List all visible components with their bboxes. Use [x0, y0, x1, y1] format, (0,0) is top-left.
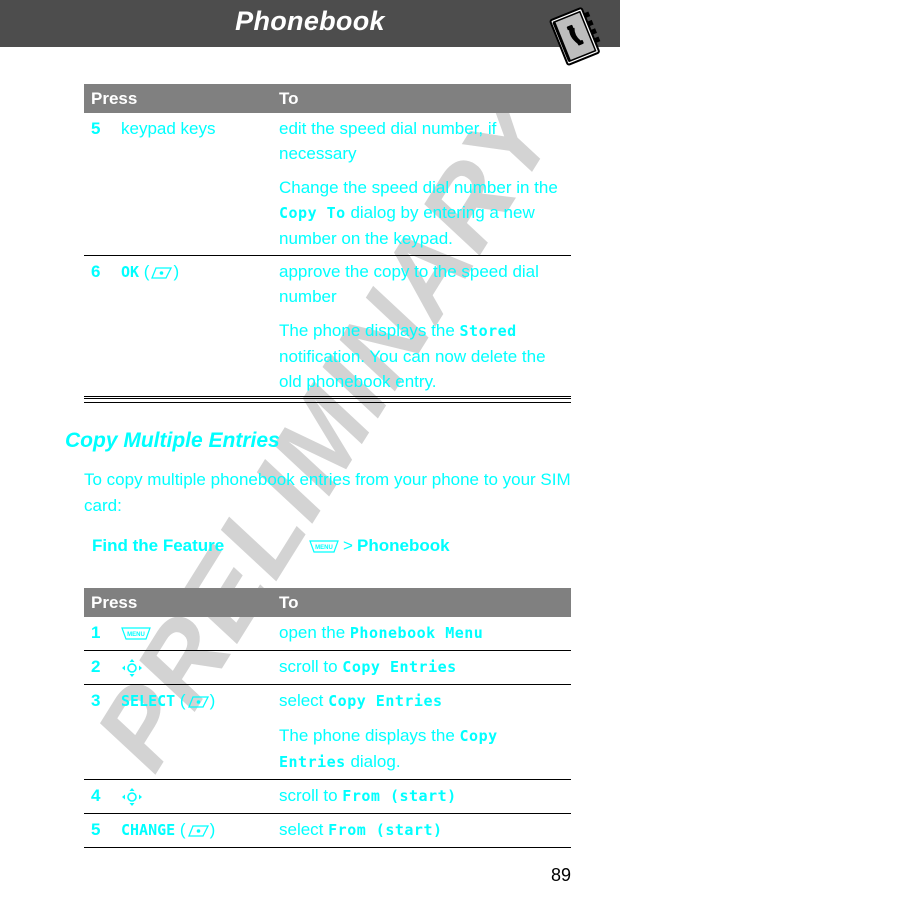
step-press	[121, 779, 279, 814]
step-press: MENU	[121, 617, 279, 651]
step-action: open the	[279, 623, 350, 642]
nav-key-icon	[122, 787, 142, 806]
display-term: From (start)	[328, 821, 443, 839]
step-note: Change the speed dial number in the Copy…	[279, 175, 571, 251]
step-press: SELECT ()	[121, 684, 279, 780]
step-action: select	[279, 820, 329, 839]
page-content: Press To 5 keypad keys edit the speed di…	[0, 0, 901, 901]
table-row: 6 OK () approve the copy to the speed di…	[84, 255, 571, 399]
step-to: scroll to From (start)	[279, 779, 571, 814]
step-press: OK ()	[121, 255, 279, 399]
display-term: Phonebook Menu	[349, 624, 484, 642]
display-term: From (start)	[342, 787, 457, 805]
svg-text:MENU: MENU	[315, 545, 333, 551]
menu-key-icon: MENU	[121, 627, 151, 640]
section-intro: To copy multiple phonebook entries from …	[84, 470, 571, 515]
ok-key-label: OK	[121, 263, 140, 281]
table-header-row: Press To	[84, 588, 571, 617]
change-key-label: CHANGE	[121, 821, 176, 839]
step-action: scroll to	[279, 657, 343, 676]
table-end-rule	[84, 396, 571, 403]
step-note: The phone displays the Stored notificati…	[279, 318, 571, 394]
step-number: 2	[84, 650, 121, 685]
menu-key-icon: MENU	[309, 540, 339, 553]
step-to: select Copy Entries The phone displays t…	[279, 684, 571, 780]
step-number: 6	[84, 255, 121, 399]
column-header-press: Press	[84, 84, 279, 113]
step-to: open the Phonebook Menu	[279, 617, 571, 651]
display-term: Copy Entries	[328, 692, 443, 710]
page-number: 89	[551, 865, 572, 885]
column-header-to: To	[279, 84, 571, 113]
table-row: 5 keypad keys edit the speed dial number…	[84, 113, 571, 256]
column-header-to: To	[279, 588, 571, 617]
step-to: edit the speed dial number, if necessary…	[279, 113, 571, 256]
step-action: edit the speed dial number, if necessary	[279, 119, 497, 163]
svg-text:MENU: MENU	[127, 632, 145, 638]
steps-table-continued: Press To 5 keypad keys edit the speed di…	[84, 84, 571, 399]
step-note: The phone displays the Copy Entries dial…	[279, 723, 571, 775]
step-press	[121, 650, 279, 685]
table-row: 1 MENU open the Phonebook Menu	[84, 617, 571, 651]
find-feature-label: Find the Feature	[92, 536, 225, 555]
soft-key-icon	[187, 695, 209, 708]
step-number: 4	[84, 779, 121, 814]
display-term-copy-to: Copy To	[279, 204, 346, 222]
step-action: select Copy Entries	[279, 688, 571, 714]
step-to: approve the copy to the speed dial numbe…	[279, 255, 571, 399]
display-term: Copy Entries	[342, 658, 457, 676]
step-press: CHANGE ()	[121, 813, 279, 848]
note-text: dialog.	[345, 752, 401, 771]
note-text: notification. You can now delete the old…	[279, 347, 546, 391]
note-text: The phone displays the	[279, 321, 460, 340]
table-row: 2 scroll to Copy Entries	[84, 650, 571, 685]
step-action: scroll to	[279, 786, 343, 805]
note-text: The phone displays the	[279, 726, 460, 745]
step-number: 5	[84, 113, 121, 256]
step-press: keypad keys	[121, 113, 279, 256]
select-key-label: SELECT	[121, 692, 176, 710]
step-to: select From (start)	[279, 813, 571, 848]
table-row: 4 scroll to From (start)	[84, 779, 571, 814]
step-number: 3	[84, 684, 121, 780]
step-action: approve the copy to the speed dial numbe…	[279, 262, 539, 306]
find-the-feature: Find the Feature MENU > Phonebook	[92, 536, 572, 562]
step-number: 1	[84, 617, 121, 651]
step-number: 5	[84, 813, 121, 848]
display-term-stored: Stored	[459, 322, 517, 340]
table-row: 5 CHANGE () select From (start)	[84, 813, 571, 848]
table-header-row: Press To	[84, 84, 571, 113]
soft-key-icon	[151, 266, 173, 279]
column-header-press: Press	[84, 588, 279, 617]
note-text: Change the speed dial number in the	[279, 178, 558, 197]
steps-table-copy-multiple: Press To 1 MENU open the Phonebook Menu …	[84, 588, 571, 848]
table-row: 3 SELECT () select Copy Entries The phon…	[84, 684, 571, 780]
path-separator: >	[343, 536, 353, 555]
feature-path: Phonebook	[357, 536, 450, 555]
soft-key-icon	[187, 824, 209, 837]
step-action-text: select	[279, 691, 329, 710]
section-title: Copy Multiple Entries	[65, 429, 280, 452]
nav-key-icon	[122, 658, 142, 677]
step-to: scroll to Copy Entries	[279, 650, 571, 685]
